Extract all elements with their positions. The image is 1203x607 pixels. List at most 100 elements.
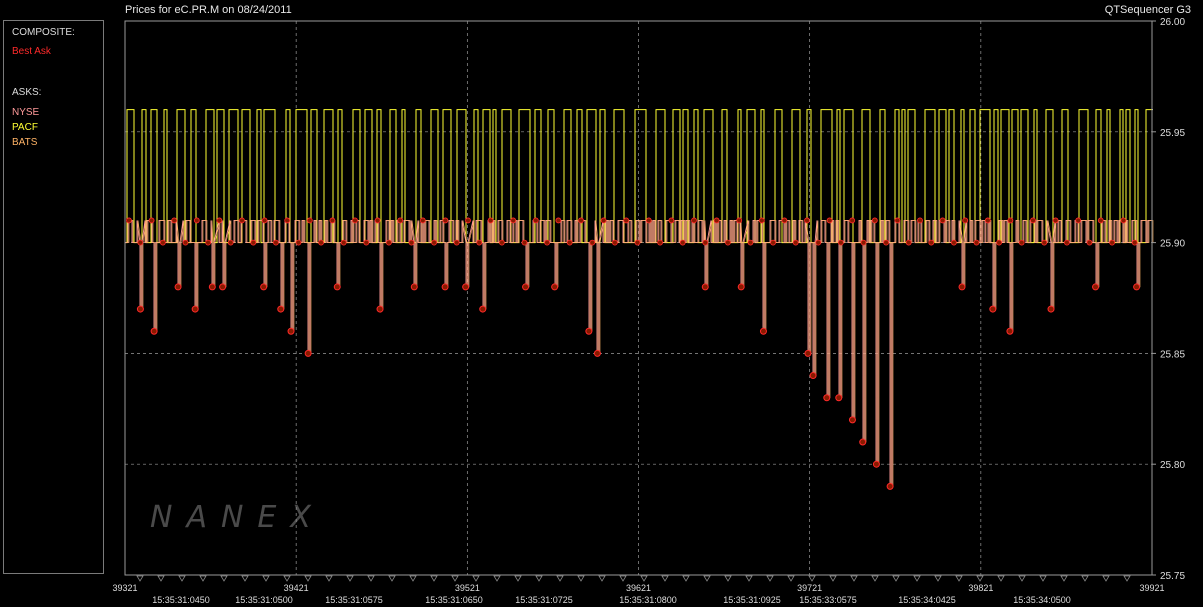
trade-marker-icon	[1060, 575, 1068, 582]
best-ask-point	[555, 217, 562, 224]
series-layer	[125, 109, 1154, 490]
x-time-label: 15:35:34:0425	[898, 595, 956, 605]
best-ask-point	[758, 217, 765, 224]
y-tick-label: 25.75	[1160, 571, 1185, 582]
trade-marker-icon	[283, 575, 291, 582]
best-ask-point	[883, 239, 889, 246]
best-ask-point	[737, 283, 745, 291]
best-ask-point	[1047, 305, 1055, 313]
best-ask-point	[182, 239, 189, 246]
best-ask-point	[219, 283, 227, 291]
best-ask-point	[725, 239, 731, 246]
best-ask-point	[835, 394, 843, 402]
best-ask-point	[295, 239, 302, 246]
x-sequence-label: 39521	[455, 583, 480, 593]
best-ask-point	[593, 349, 601, 357]
best-ask-point	[815, 239, 822, 246]
trade-marker-icon	[913, 575, 921, 582]
best-ask-point	[566, 239, 573, 246]
x-time-label: 15:35:31:0500	[235, 595, 293, 605]
best-ask-point	[250, 239, 257, 246]
trade-marker-icon	[955, 575, 963, 582]
best-ask-point	[781, 217, 788, 224]
trade-marker-icon	[514, 575, 522, 582]
trade-marker-icon	[787, 575, 795, 582]
best-ask-point	[1120, 217, 1127, 224]
x-time-label: 15:35:31:0725	[515, 595, 573, 605]
best-ask-point	[962, 217, 969, 224]
best-ask-point	[193, 217, 200, 224]
best-ask-point	[928, 239, 935, 246]
best-ask-point	[277, 305, 285, 313]
best-ask-point	[374, 217, 381, 224]
best-ask-point	[208, 283, 216, 291]
best-ask-point	[578, 217, 584, 224]
y-tick-label: 26.00	[1160, 17, 1185, 28]
best-ask-point	[736, 217, 743, 224]
trade-marker-icon	[178, 575, 186, 582]
best-ask-point	[1097, 217, 1104, 224]
best-ask-point	[1030, 217, 1036, 224]
best-ask-point	[871, 217, 878, 224]
axes: 26.00 25.95 25.90 25.85 25.80 25.75 39321 39421…	[112, 17, 1185, 605]
trade-marker-icon	[1081, 575, 1089, 582]
best-ask-point	[1075, 217, 1082, 224]
best-ask-point	[431, 239, 438, 246]
best-ask-point	[442, 217, 449, 224]
best-ask-point	[645, 217, 652, 224]
trade-marker-icon	[367, 575, 375, 582]
best-ask-point	[544, 239, 550, 246]
best-ask-point	[770, 239, 776, 246]
best-ask-point	[701, 283, 709, 291]
trade-marker-icon	[661, 575, 669, 582]
best-ask-point	[385, 239, 392, 246]
best-ask-point	[872, 460, 880, 468]
trade-marker-icon	[577, 575, 585, 582]
best-ask-point	[227, 239, 234, 246]
trade-marker-icon	[199, 575, 207, 582]
trade-marker-icon	[892, 575, 900, 582]
x-time-label: 15:35:31:0800	[619, 595, 677, 605]
trade-marker-icon	[871, 575, 879, 582]
trade-marker-icon	[766, 575, 774, 582]
best-ask-point	[304, 349, 312, 357]
trade-marker-icon	[976, 575, 984, 582]
best-ask-point	[826, 217, 833, 224]
trade-marker-icon	[619, 575, 627, 582]
best-ask-point	[272, 239, 279, 246]
trade-marker-icon	[325, 575, 333, 582]
best-ask-point	[1064, 239, 1070, 246]
best-ask-point	[462, 283, 470, 291]
x-time-label: 15:35:31:0450	[152, 595, 210, 605]
best-ask-point	[951, 239, 957, 246]
best-ask-point	[333, 283, 341, 291]
trade-marker-icon	[1102, 575, 1110, 582]
best-ask-point	[585, 327, 593, 335]
y-tick-label: 25.90	[1160, 239, 1185, 250]
best-ask-point	[521, 239, 528, 246]
best-ask-point	[747, 239, 754, 246]
trade-marker-icon	[703, 575, 711, 582]
best-ask-point	[860, 239, 867, 246]
best-ask-point	[551, 283, 559, 291]
best-ask-point	[441, 283, 449, 291]
trade-marker-icon	[745, 575, 753, 582]
price-chart[interactable]: 26.00 25.95 25.90 25.85 25.80 25.75 39321 39421…	[0, 0, 1203, 607]
best-ask-point	[174, 283, 182, 291]
trade-marker-icon	[136, 575, 144, 582]
x-time-label: 15:35:31:0650	[425, 595, 483, 605]
trade-marker-icon	[157, 575, 165, 582]
best-ask-point	[532, 217, 539, 224]
best-ask-point	[476, 239, 483, 246]
trade-marker-icon	[409, 575, 417, 582]
trade-marker-icon	[472, 575, 480, 582]
best-ask-point	[804, 349, 812, 357]
best-ask-point	[159, 239, 166, 246]
best-ask-point	[287, 327, 295, 335]
best-ask-point	[408, 239, 415, 246]
trade-marker-icon	[724, 575, 732, 582]
trade-marker-icon	[682, 575, 690, 582]
trade-marker-icon	[556, 575, 564, 582]
best-ask-point	[1133, 283, 1141, 291]
series-line-bats	[126, 220, 1154, 487]
